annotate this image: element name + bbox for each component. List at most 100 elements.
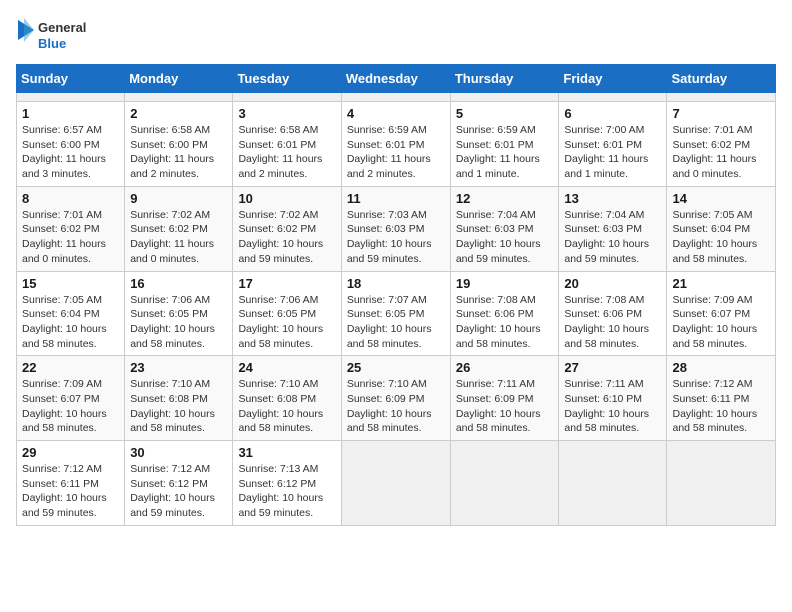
day-number: 3 bbox=[238, 106, 335, 121]
column-header-sunday: Sunday bbox=[17, 65, 125, 93]
day-number: 27 bbox=[564, 360, 661, 375]
day-detail: Sunrise: 7:11 AMSunset: 6:10 PMDaylight:… bbox=[564, 377, 661, 436]
svg-text:Blue: Blue bbox=[38, 36, 66, 51]
day-number: 14 bbox=[672, 191, 770, 206]
calendar-week-row: 8Sunrise: 7:01 AMSunset: 6:02 PMDaylight… bbox=[17, 186, 776, 271]
calendar-cell: 23 Sunrise: 7:10 AMSunset: 6:08 PMDayligh… bbox=[125, 356, 233, 441]
day-number: 23 bbox=[130, 360, 227, 375]
calendar-week-row: 22 Sunrise: 7:09 AMSunset: 6:07 PMDayligh… bbox=[17, 356, 776, 441]
calendar-cell bbox=[125, 93, 233, 102]
calendar-week-row: 15Sunrise: 7:05 AMSunset: 6:04 PMDayligh… bbox=[17, 271, 776, 356]
day-detail: Sunrise: 7:00 AMSunset: 6:01 PMDaylight:… bbox=[564, 123, 661, 182]
calendar-cell: 6Sunrise: 7:00 AMSunset: 6:01 PMDaylight… bbox=[559, 102, 667, 187]
day-detail: Sunrise: 6:59 AMSunset: 6:01 PMDaylight:… bbox=[456, 123, 554, 182]
day-number: 5 bbox=[456, 106, 554, 121]
day-detail: Sunrise: 7:07 AMSunset: 6:05 PMDaylight:… bbox=[347, 293, 445, 352]
day-detail: Sunrise: 7:13 AMSunset: 6:12 PMDaylight:… bbox=[238, 462, 335, 521]
day-detail: Sunrise: 7:09 AMSunset: 6:07 PMDaylight:… bbox=[22, 377, 119, 436]
day-number: 25 bbox=[347, 360, 445, 375]
day-detail: Sunrise: 7:10 AMSunset: 6:08 PMDaylight:… bbox=[238, 377, 335, 436]
day-detail: Sunrise: 7:05 AMSunset: 6:04 PMDaylight:… bbox=[22, 293, 119, 352]
day-number: 1 bbox=[22, 106, 119, 121]
calendar-cell bbox=[559, 93, 667, 102]
day-number: 9 bbox=[130, 191, 227, 206]
day-number: 10 bbox=[238, 191, 335, 206]
day-number: 7 bbox=[672, 106, 770, 121]
calendar-cell bbox=[450, 93, 559, 102]
calendar-cell bbox=[341, 441, 450, 526]
calendar-cell: 18 Sunrise: 7:07 AMSunset: 6:05 PMDayligh… bbox=[341, 271, 450, 356]
day-number: 20 bbox=[564, 276, 661, 291]
calendar-cell: 10 Sunrise: 7:02 AMSunset: 6:02 PMDayligh… bbox=[233, 186, 341, 271]
day-detail: Sunrise: 7:11 AMSunset: 6:09 PMDaylight:… bbox=[456, 377, 554, 436]
calendar-cell: 14Sunrise: 7:05 AMSunset: 6:04 PMDayligh… bbox=[667, 186, 776, 271]
column-header-tuesday: Tuesday bbox=[233, 65, 341, 93]
calendar-cell: 2Sunrise: 6:58 AMSunset: 6:00 PMDaylight… bbox=[125, 102, 233, 187]
logo-svg: General Blue bbox=[16, 16, 96, 56]
day-number: 2 bbox=[130, 106, 227, 121]
calendar-cell bbox=[341, 93, 450, 102]
calendar-cell: 21Sunrise: 7:09 AMSunset: 6:07 PMDayligh… bbox=[667, 271, 776, 356]
calendar-cell: 16 Sunrise: 7:06 AMSunset: 6:05 PMDayligh… bbox=[125, 271, 233, 356]
day-detail: Sunrise: 7:02 AMSunset: 6:02 PMDaylight:… bbox=[130, 208, 227, 267]
day-number: 24 bbox=[238, 360, 335, 375]
calendar-cell bbox=[17, 93, 125, 102]
column-header-saturday: Saturday bbox=[667, 65, 776, 93]
day-detail: Sunrise: 6:58 AMSunset: 6:01 PMDaylight:… bbox=[238, 123, 335, 182]
calendar-cell: 1 Sunrise: 6:57 AMSunset: 6:00 PMDaylight… bbox=[17, 102, 125, 187]
day-number: 19 bbox=[456, 276, 554, 291]
svg-text:General: General bbox=[38, 20, 86, 35]
calendar-week-row: 1 Sunrise: 6:57 AMSunset: 6:00 PMDaylight… bbox=[17, 102, 776, 187]
calendar-week-row bbox=[17, 93, 776, 102]
day-detail: Sunrise: 6:59 AMSunset: 6:01 PMDaylight:… bbox=[347, 123, 445, 182]
day-detail: Sunrise: 7:12 AMSunset: 6:12 PMDaylight:… bbox=[130, 462, 227, 521]
day-detail: Sunrise: 7:12 AMSunset: 6:11 PMDaylight:… bbox=[672, 377, 770, 436]
logo: General Blue bbox=[16, 16, 96, 56]
calendar-cell: 8Sunrise: 7:01 AMSunset: 6:02 PMDaylight… bbox=[17, 186, 125, 271]
day-number: 28 bbox=[672, 360, 770, 375]
day-number: 31 bbox=[238, 445, 335, 460]
day-number: 22 bbox=[22, 360, 119, 375]
calendar-week-row: 29 Sunrise: 7:12 AMSunset: 6:11 PMDayligh… bbox=[17, 441, 776, 526]
day-detail: Sunrise: 7:10 AMSunset: 6:08 PMDaylight:… bbox=[130, 377, 227, 436]
day-detail: Sunrise: 7:01 AMSunset: 6:02 PMDaylight:… bbox=[22, 208, 119, 267]
calendar-cell: 25 Sunrise: 7:10 AMSunset: 6:09 PMDayligh… bbox=[341, 356, 450, 441]
day-detail: Sunrise: 7:10 AMSunset: 6:09 PMDaylight:… bbox=[347, 377, 445, 436]
day-number: 21 bbox=[672, 276, 770, 291]
calendar-header-row: SundayMondayTuesdayWednesdayThursdayFrid… bbox=[17, 65, 776, 93]
day-detail: Sunrise: 7:08 AMSunset: 6:06 PMDaylight:… bbox=[456, 293, 554, 352]
day-number: 12 bbox=[456, 191, 554, 206]
day-detail: Sunrise: 6:57 AMSunset: 6:00 PMDaylight:… bbox=[22, 123, 119, 182]
calendar-cell: 13Sunrise: 7:04 AMSunset: 6:03 PMDayligh… bbox=[559, 186, 667, 271]
column-header-wednesday: Wednesday bbox=[341, 65, 450, 93]
day-number: 18 bbox=[347, 276, 445, 291]
calendar-cell: 7Sunrise: 7:01 AMSunset: 6:02 PMDaylight… bbox=[667, 102, 776, 187]
day-number: 17 bbox=[238, 276, 335, 291]
day-detail: Sunrise: 7:06 AMSunset: 6:05 PMDaylight:… bbox=[130, 293, 227, 352]
calendar-cell: 20 Sunrise: 7:08 AMSunset: 6:06 PMDayligh… bbox=[559, 271, 667, 356]
day-number: 29 bbox=[22, 445, 119, 460]
calendar-cell: 24 Sunrise: 7:10 AMSunset: 6:08 PMDayligh… bbox=[233, 356, 341, 441]
calendar-cell bbox=[233, 93, 341, 102]
calendar-cell: 19 Sunrise: 7:08 AMSunset: 6:06 PMDayligh… bbox=[450, 271, 559, 356]
calendar-cell: 9 Sunrise: 7:02 AMSunset: 6:02 PMDaylight… bbox=[125, 186, 233, 271]
day-number: 16 bbox=[130, 276, 227, 291]
page-header: General Blue bbox=[16, 16, 776, 56]
calendar-cell bbox=[667, 93, 776, 102]
day-detail: Sunrise: 7:08 AMSunset: 6:06 PMDaylight:… bbox=[564, 293, 661, 352]
column-header-friday: Friday bbox=[559, 65, 667, 93]
calendar-cell bbox=[667, 441, 776, 526]
day-number: 4 bbox=[347, 106, 445, 121]
calendar-cell: 3 Sunrise: 6:58 AMSunset: 6:01 PMDaylight… bbox=[233, 102, 341, 187]
calendar-cell: 27 Sunrise: 7:11 AMSunset: 6:10 PMDayligh… bbox=[559, 356, 667, 441]
calendar-cell: 30Sunrise: 7:12 AMSunset: 6:12 PMDayligh… bbox=[125, 441, 233, 526]
calendar-cell: 22 Sunrise: 7:09 AMSunset: 6:07 PMDayligh… bbox=[17, 356, 125, 441]
calendar-cell: 26 Sunrise: 7:11 AMSunset: 6:09 PMDayligh… bbox=[450, 356, 559, 441]
calendar-cell: 31 Sunrise: 7:13 AMSunset: 6:12 PMDayligh… bbox=[233, 441, 341, 526]
calendar-cell: 5 Sunrise: 6:59 AMSunset: 6:01 PMDaylight… bbox=[450, 102, 559, 187]
day-detail: Sunrise: 7:12 AMSunset: 6:11 PMDaylight:… bbox=[22, 462, 119, 521]
day-detail: Sunrise: 7:02 AMSunset: 6:02 PMDaylight:… bbox=[238, 208, 335, 267]
day-number: 26 bbox=[456, 360, 554, 375]
day-number: 13 bbox=[564, 191, 661, 206]
calendar-cell: 11Sunrise: 7:03 AMSunset: 6:03 PMDayligh… bbox=[341, 186, 450, 271]
